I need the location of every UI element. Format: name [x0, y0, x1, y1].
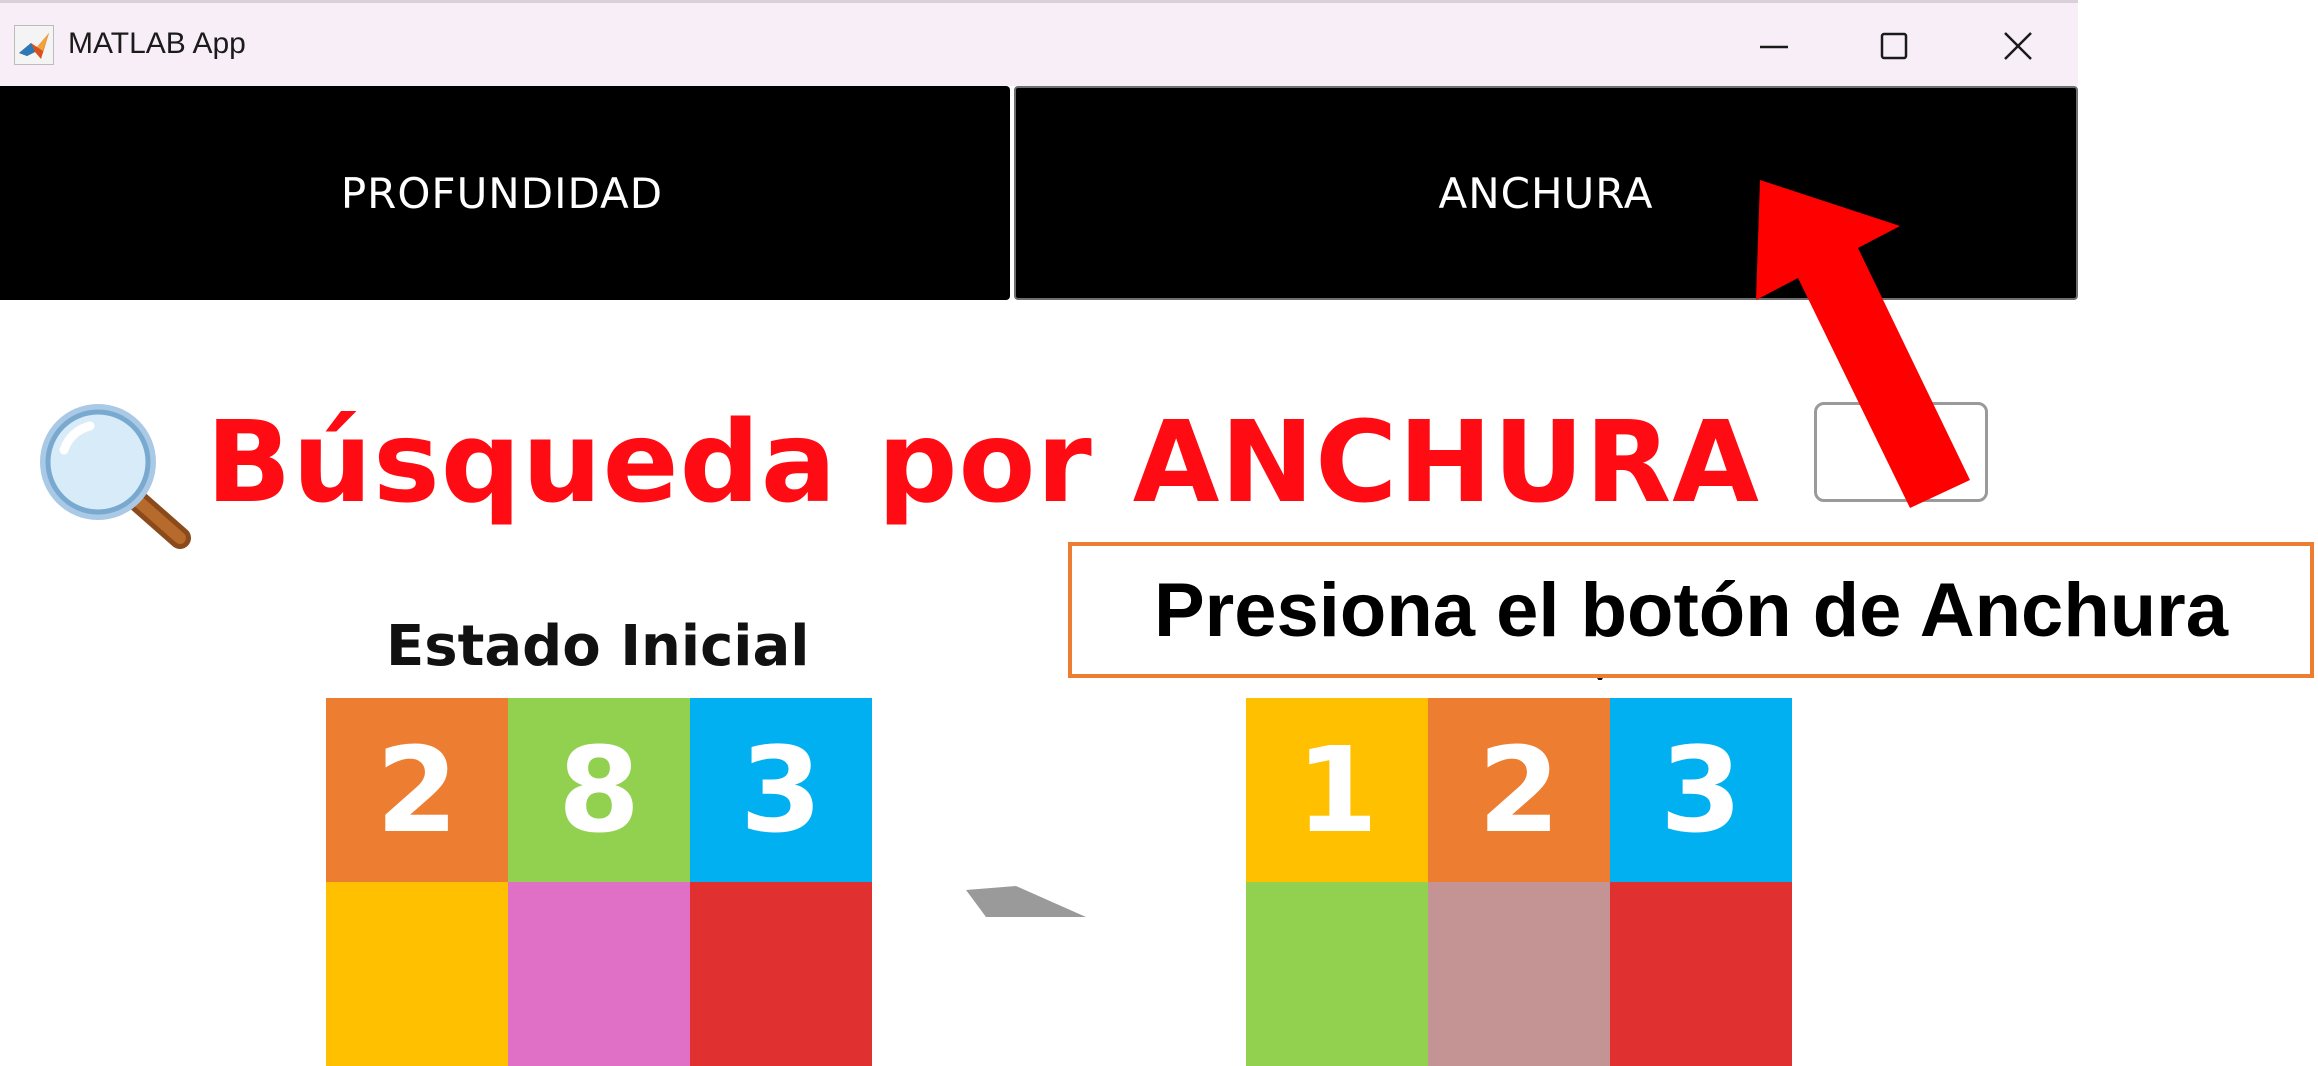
maximize-button[interactable] [1864, 21, 1924, 71]
puzzle-tile [1610, 882, 1792, 1066]
puzzle-tile [326, 882, 508, 1066]
pointer-arrow-icon [1756, 180, 1970, 508]
profundidad-button-label: PROFUNDIDAD [340, 168, 664, 218]
anchura-button-label: ANCHURA [1438, 168, 1654, 218]
matlab-logo-icon [14, 25, 54, 65]
magnifying-glass-icon [40, 404, 191, 549]
window-titlebar: MATLAB App [0, 0, 2078, 86]
puzzle-tile: 2 [326, 698, 508, 882]
instruction-callout: Presiona el botón de Anchura [1068, 542, 2314, 678]
window-title: MATLAB App [68, 27, 246, 60]
puzzle-tile [508, 882, 690, 1066]
transition-arrow-icon [966, 886, 1086, 917]
callout-text: Presiona el botón de Anchura [1153, 567, 2229, 653]
close-button[interactable] [1988, 21, 2048, 71]
puzzle-tile [1428, 882, 1610, 1066]
puzzle-tile [690, 882, 872, 1066]
minimize-icon [1760, 45, 1788, 49]
puzzle-tile: 3 [690, 698, 872, 882]
profundidad-button[interactable]: PROFUNDIDAD [0, 86, 1010, 300]
page-heading: Búsqueda por ANCHURA [206, 398, 1760, 528]
puzzle-tile: 3 [1610, 698, 1792, 882]
initial-state-label: Estado Inicial [386, 614, 810, 679]
close-icon [2004, 32, 2032, 60]
minimize-button[interactable] [1744, 21, 1804, 71]
puzzle-tile [1246, 882, 1428, 1066]
maximize-icon [1880, 32, 1908, 60]
puzzle-tile: 8 [508, 698, 690, 882]
puzzle-tile: 1 [1246, 698, 1428, 882]
puzzle-tile: 2 [1428, 698, 1610, 882]
